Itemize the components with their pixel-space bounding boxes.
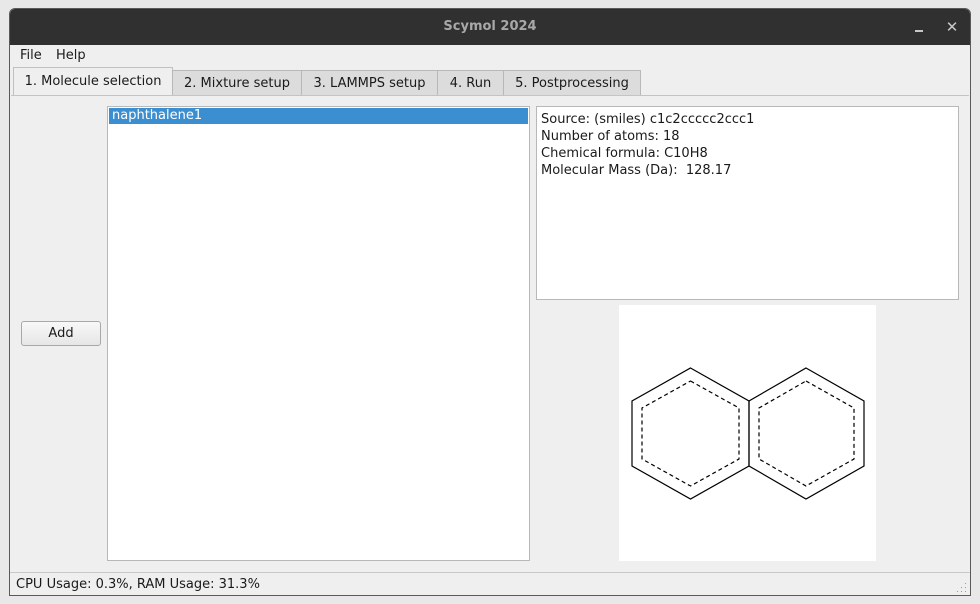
status-bar: CPU Usage: 0.3%, RAM Usage: 31.3% <box>10 572 970 595</box>
info-source: Source: (smiles) c1c2ccccc2ccc1 <box>541 112 755 127</box>
info-atoms: Number of atoms: 18 <box>541 129 680 144</box>
window-title: Scymol 2024 <box>443 19 537 34</box>
tab-lammps-setup[interactable]: 3. LAMMPS setup <box>301 70 438 96</box>
minimize-button[interactable] <box>910 18 928 36</box>
tab-run[interactable]: 4. Run <box>437 70 504 96</box>
molecule-list[interactable]: naphthalene1 <box>107 106 530 561</box>
info-mass: Molecular Mass (Da): 128.17 <box>541 163 732 178</box>
menu-bar: File Help <box>10 45 970 67</box>
close-icon: ✕ <box>945 18 959 36</box>
info-formula: Chemical formula: C10H8 <box>541 146 708 161</box>
minimize-icon <box>915 30 923 32</box>
tab-mixture-setup[interactable]: 2. Mixture setup <box>172 70 302 96</box>
menu-help[interactable]: Help <box>56 48 86 63</box>
list-item[interactable]: naphthalene1 <box>109 108 528 124</box>
molecule-structure-image <box>619 305 876 561</box>
close-button[interactable]: ✕ <box>943 18 961 36</box>
menu-file[interactable]: File <box>20 48 42 63</box>
resize-grip-icon[interactable] <box>957 583 967 593</box>
tab-molecule-selection[interactable]: 1. Molecule selection <box>13 67 173 96</box>
naphthalene-structure-icon <box>631 367 865 500</box>
add-button[interactable]: Add <box>21 321 101 346</box>
tab-postprocessing[interactable]: 5. Postprocessing <box>503 70 641 96</box>
status-text: CPU Usage: 0.3%, RAM Usage: 31.3% <box>16 577 260 592</box>
tab-bar: 1. Molecule selection 2. Mixture setup 3… <box>10 67 970 96</box>
molecule-info-box[interactable]: Source: (smiles) c1c2ccccc2ccc1 Number o… <box>536 106 959 300</box>
app-window: Scymol 2024 ✕ File Help 1. Molecule sele… <box>9 8 971 596</box>
title-bar[interactable]: Scymol 2024 ✕ <box>10 9 970 45</box>
